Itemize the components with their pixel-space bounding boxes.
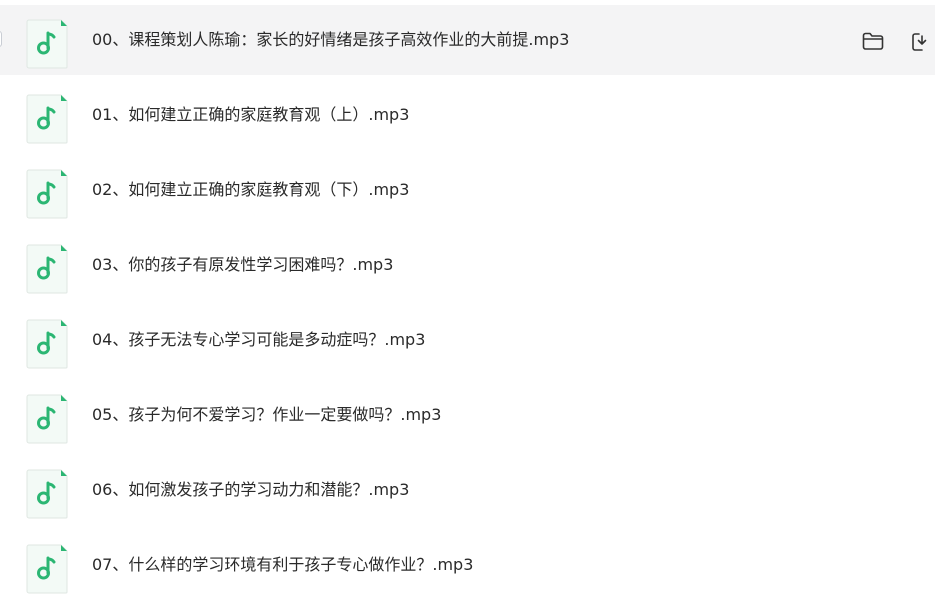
file-row[interactable]: 00、课程策划人陈瑜：家长的好情绪是孩子高效作业的大前提.mp3	[0, 5, 935, 75]
folder-icon[interactable]	[861, 29, 885, 53]
file-list: 00、课程策划人陈瑜：家长的好情绪是孩子高效作业的大前提.mp3 01、如何建立…	[0, 0, 935, 615]
file-row[interactable]: 07、什么样的学习环境有利于孩子专心做作业？.mp3	[0, 530, 935, 600]
file-row[interactable]: 03、你的孩子有原发性学习困难吗？.mp3	[0, 230, 935, 300]
audio-file-icon	[26, 394, 68, 444]
save-to-icon[interactable]	[910, 29, 934, 53]
audio-file-icon	[26, 544, 68, 594]
file-name: 07、什么样的学习环境有利于孩子专心做作业？.mp3	[92, 555, 474, 574]
file-row[interactable]: 05、孩子为何不爱学习？作业一定要做吗？.mp3	[0, 380, 935, 450]
row-actions	[860, 29, 935, 53]
audio-file-icon	[26, 319, 68, 369]
file-row[interactable]: 01、如何建立正确的家庭教育观（上）.mp3	[0, 80, 935, 150]
file-row[interactable]: 04、孩子无法专心学习可能是多动症吗？.mp3	[0, 305, 935, 375]
file-name: 00、课程策划人陈瑜：家长的好情绪是孩子高效作业的大前提.mp3	[92, 30, 570, 49]
row-checkbox[interactable]	[0, 31, 2, 47]
audio-file-icon	[26, 19, 68, 69]
file-name: 04、孩子无法专心学习可能是多动症吗？.mp3	[92, 330, 426, 349]
file-name: 03、你的孩子有原发性学习困难吗？.mp3	[92, 255, 394, 274]
file-row[interactable]: 02、如何建立正确的家庭教育观（下）.mp3	[0, 155, 935, 225]
file-name: 01、如何建立正确的家庭教育观（上）.mp3	[92, 105, 410, 124]
audio-file-icon	[26, 169, 68, 219]
audio-file-icon	[26, 94, 68, 144]
audio-file-icon	[26, 469, 68, 519]
file-name: 06、如何激发孩子的学习动力和潜能？.mp3	[92, 480, 410, 499]
audio-file-icon	[26, 244, 68, 294]
file-name: 02、如何建立正确的家庭教育观（下）.mp3	[92, 180, 410, 199]
file-row[interactable]: 06、如何激发孩子的学习动力和潜能？.mp3	[0, 455, 935, 525]
file-name: 05、孩子为何不爱学习？作业一定要做吗？.mp3	[92, 405, 442, 424]
